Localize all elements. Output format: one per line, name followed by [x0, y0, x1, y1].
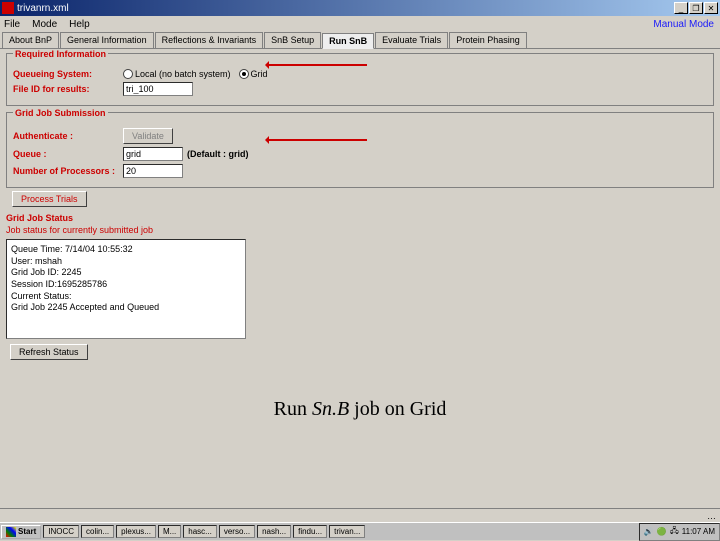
status-title: Grid Job Status: [6, 213, 714, 223]
authenticate-label: Authenticate :: [13, 131, 123, 141]
mode-indicator: Manual Mode: [653, 19, 714, 30]
task-item[interactable]: hasc...: [183, 525, 217, 538]
tab-snb-setup[interactable]: SnB Setup: [264, 32, 321, 48]
validate-button[interactable]: Validate: [123, 128, 173, 144]
task-item[interactable]: colin...: [81, 525, 114, 538]
caption-text: Run: [274, 398, 312, 420]
refresh-status-button[interactable]: Refresh Status: [10, 344, 88, 360]
radio-grid[interactable]: [239, 69, 249, 79]
scroll-ellipsis-icon: …: [707, 511, 716, 521]
window-title: trivanrn.xml: [17, 3, 69, 14]
annotation-arrow-icon: [267, 64, 367, 66]
tab-reflections[interactable]: Reflections & Invariants: [155, 32, 264, 48]
radio-grid-label[interactable]: Grid: [251, 69, 268, 79]
procs-input[interactable]: [123, 164, 183, 178]
start-button[interactable]: Start: [1, 525, 41, 539]
queueing-label: Queueing System:: [13, 69, 123, 79]
content-area: Required Information Queueing System: Lo…: [0, 49, 720, 425]
slide-caption: Run Sn.B job on Grid: [6, 398, 714, 421]
required-legend: Required Information: [13, 49, 108, 59]
menu-file[interactable]: File: [4, 19, 20, 30]
horizontal-scrollbar[interactable]: …: [0, 508, 720, 522]
menu-mode[interactable]: Mode: [32, 19, 57, 30]
maximize-button[interactable]: ❐: [689, 2, 703, 14]
task-item[interactable]: plexus...: [116, 525, 156, 538]
task-item[interactable]: findu...: [293, 525, 327, 538]
tray-icon[interactable]: 🔊: [644, 527, 654, 536]
task-item[interactable]: M...: [158, 525, 181, 538]
tray-icon[interactable]: 🟢: [657, 527, 667, 536]
close-button[interactable]: ✕: [704, 2, 718, 14]
required-info-fieldset: Required Information Queueing System: Lo…: [6, 53, 714, 106]
system-tray[interactable]: 🔊 🟢 🖧 11:07 AM: [639, 523, 720, 541]
tab-evaluate[interactable]: Evaluate Trials: [375, 32, 448, 48]
status-line: User: mshah: [11, 256, 241, 268]
task-item[interactable]: verso...: [219, 525, 255, 538]
tray-icon[interactable]: 🖧: [670, 525, 679, 539]
caption-ital: Sn.B: [312, 398, 349, 420]
status-line: Queue Time: 7/14/04 10:55:32: [11, 244, 241, 256]
tab-run-snb[interactable]: Run SnB: [322, 33, 374, 49]
status-textarea[interactable]: Queue Time: 7/14/04 10:55:32 User: mshah…: [6, 239, 246, 339]
task-item[interactable]: trivan...: [329, 525, 365, 538]
tab-general[interactable]: General Information: [60, 32, 154, 48]
status-line: Session ID:1695285786: [11, 279, 241, 291]
file-id-label: File ID for results:: [13, 84, 123, 94]
minimize-button[interactable]: _: [674, 2, 688, 14]
submission-legend: Grid Job Submission: [13, 108, 108, 118]
start-label: Start: [18, 527, 36, 536]
clock: 11:07 AM: [682, 527, 715, 536]
process-trials-button[interactable]: Process Trials: [12, 191, 87, 207]
menu-help[interactable]: Help: [69, 19, 90, 30]
task-item[interactable]: INOCC: [43, 525, 79, 538]
app-icon: [2, 2, 14, 14]
annotation-arrow-icon: [267, 139, 367, 141]
tab-about[interactable]: About BnP: [2, 32, 59, 48]
file-id-input[interactable]: [123, 82, 193, 96]
title-bar: trivanrn.xml _ ❐ ✕: [0, 0, 720, 16]
radio-local-label[interactable]: Local (no batch system): [135, 69, 231, 79]
status-line: Current Status:: [11, 291, 241, 303]
taskbar: Start INOCC colin... plexus... M... hasc…: [0, 522, 720, 540]
task-item[interactable]: nash...: [257, 525, 291, 538]
status-subtitle: Job status for currently submitted job: [6, 225, 714, 235]
tab-protein[interactable]: Protein Phasing: [449, 32, 527, 48]
queue-default-label: (Default : grid): [187, 149, 249, 159]
menu-bar: File Mode Help Manual Mode: [0, 16, 720, 32]
queue-label: Queue :: [13, 149, 123, 159]
status-line: Grid Job 2245 Accepted and Queued: [11, 302, 241, 314]
status-line: Grid Job ID: 2245: [11, 267, 241, 279]
tab-strip: About BnP General Information Reflection…: [0, 32, 720, 49]
windows-icon: [6, 527, 16, 537]
procs-label: Number of Processors :: [13, 166, 123, 176]
grid-submission-fieldset: Grid Job Submission Authenticate : Valid…: [6, 112, 714, 188]
caption-text: job on Grid: [349, 398, 446, 420]
queue-input[interactable]: [123, 147, 183, 161]
radio-local[interactable]: [123, 69, 133, 79]
